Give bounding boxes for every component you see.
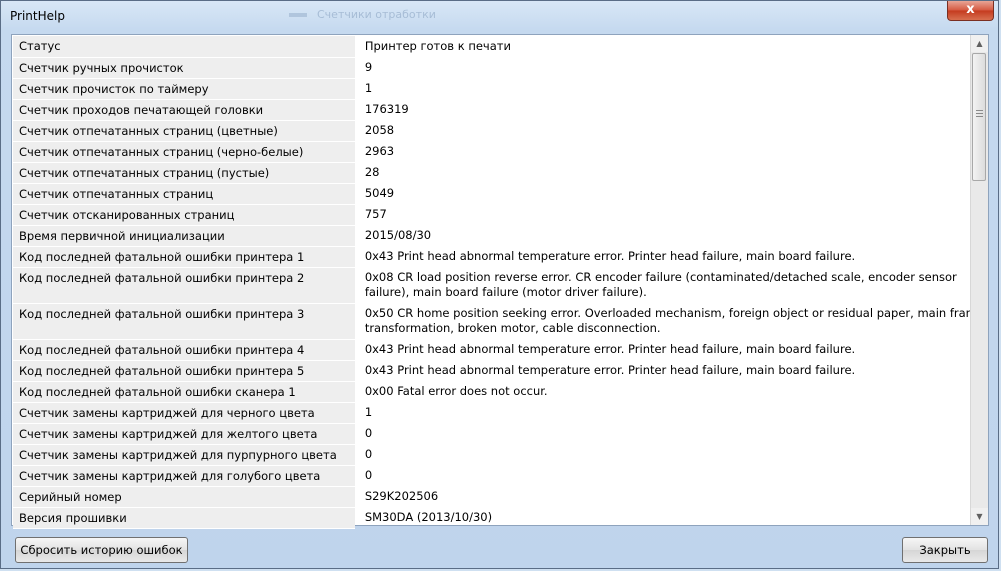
row-value: 0x50 CR home position seeking error. Ove…: [364, 306, 984, 335]
row-value: 0x43 Print head abnormal temperature err…: [364, 342, 856, 356]
row-value: 0x43 Print head abnormal temperature err…: [364, 363, 856, 377]
row-value: 0x08 CR load position reverse error. CR …: [364, 270, 957, 299]
row-key: Счетчик прочисток по таймеру: [13, 78, 355, 100]
table-row[interactable]: Версия прошивки SM30DA (2013/10/30): [13, 507, 1000, 529]
table-row[interactable]: Код последней фатальной ошибки принтера …: [13, 246, 1000, 268]
row-key: Статус: [13, 36, 355, 58]
row-key: Счетчик отпечатанных страниц (черно-белы…: [13, 141, 355, 163]
vertical-scrollbar[interactable]: ▲ ▼: [970, 35, 988, 525]
background-tab-label: Счетчики отработки: [317, 8, 436, 21]
row-key: Версия прошивки: [13, 507, 355, 529]
table-row[interactable]: Серийный номер S29K202506: [13, 486, 1000, 508]
row-value: SM30DA (2013/10/30): [364, 510, 493, 524]
table-row[interactable]: Счетчик проходов печатающей головки 17631…: [13, 99, 1000, 121]
info-table: Статус Принтер готов к печати Счетчик ручн…: [13, 36, 1000, 529]
row-value: 0x43 Print head abnormal temperature err…: [364, 249, 856, 263]
table-row[interactable]: Счетчик замены картриджей для голубого ц…: [13, 465, 1000, 487]
table-row[interactable]: Счетчик замены картриджей для желтого цв…: [13, 423, 1000, 445]
table-row[interactable]: Код последней фатальной ошибки принтера …: [13, 303, 1000, 340]
table-row[interactable]: Счетчик отпечатанных страниц 5049: [13, 183, 1000, 205]
row-value: 0x00 Fatal error does not occur.: [364, 384, 548, 398]
printhelp-window: PrintHelp Счетчики отработки x Статус При…: [0, 0, 999, 569]
row-key: Счетчик отпечатанных страниц (цветные): [13, 120, 355, 142]
table-row[interactable]: Статус Принтер готов к печати: [13, 36, 1000, 58]
row-value: S29K202506: [364, 489, 439, 503]
background-tab-ghost: Счетчики отработки: [289, 8, 449, 26]
thumb-grip: [976, 110, 983, 111]
row-value: Принтер готов к печати: [364, 39, 511, 53]
table-row[interactable]: Время первичной инициализации 2015/08/30: [13, 225, 1000, 247]
row-value: 0: [364, 447, 373, 461]
row-key: Счетчик замены картриджей для пурпурного…: [13, 444, 355, 466]
scrollbar-thumb[interactable]: [972, 53, 986, 181]
title-bar[interactable]: PrintHelp Счетчики отработки x: [1, 1, 998, 33]
row-key: Код последней фатальной ошибки принтера …: [13, 360, 355, 382]
row-value: 176319: [364, 102, 409, 116]
row-key: Счетчик отпечатанных страниц (пустые): [13, 162, 355, 184]
row-key: Счетчик замены картриджей для голубого ц…: [13, 465, 355, 487]
row-key: Код последней фатальной ошибки принтера …: [13, 267, 355, 304]
row-value: 0: [364, 426, 373, 440]
row-value: 0: [364, 468, 373, 482]
row-value: 9: [364, 60, 373, 74]
info-panel: Статус Принтер готов к печати Счетчик ручн…: [11, 34, 989, 529]
scroll-up-icon[interactable]: ▲: [971, 35, 988, 52]
thumb-grip: [976, 113, 983, 114]
thumb-grip: [976, 116, 983, 117]
row-key: Счетчик отпечатанных страниц: [13, 183, 355, 205]
row-value: 2015/08/30: [364, 228, 432, 242]
row-key: Код последней фатальной ошибки сканера 1: [13, 381, 355, 403]
table-row[interactable]: Счетчик отпечатанных страниц (пустые) 28: [13, 162, 1000, 184]
window-close-button[interactable]: x: [947, 1, 994, 21]
table-row[interactable]: Счетчик ручных прочисток 9: [13, 57, 1000, 79]
table-row[interactable]: Счетчик прочисток по таймеру 1: [13, 78, 1000, 100]
row-key: Счетчик отсканированных страниц: [13, 204, 355, 226]
row-key: Код последней фатальной ошибки принтера …: [13, 339, 355, 361]
table-row[interactable]: Счетчик отсканированных страниц 757: [13, 204, 1000, 226]
row-key: Время первичной инициализации: [13, 225, 355, 247]
row-key: Счетчик замены картриджей для черного цв…: [13, 402, 355, 424]
row-value: 2058: [364, 123, 395, 137]
table-row[interactable]: Код последней фатальной ошибки принтера …: [13, 267, 1000, 304]
scroll-down-icon[interactable]: ▼: [971, 508, 988, 525]
tab-bar-icon: [289, 13, 307, 17]
table-row[interactable]: Счетчик замены картриджей для черного цв…: [13, 402, 1000, 424]
table-row[interactable]: Код последней фатальной ошибки сканера 1…: [13, 381, 1000, 403]
row-key: Серийный номер: [13, 486, 355, 508]
row-value: 1: [364, 81, 373, 95]
close-icon: x: [966, 2, 975, 17]
row-value: 2963: [364, 144, 395, 158]
table-row[interactable]: Код последней фатальной ошибки принтера …: [13, 339, 1000, 361]
row-value: 1: [364, 405, 373, 419]
table-row[interactable]: Счетчик замены картриджей для пурпурного…: [13, 444, 1000, 466]
row-key: Код последней фатальной ошибки принтера …: [13, 246, 355, 268]
table-row[interactable]: Код последней фатальной ошибки принтера …: [13, 360, 1000, 382]
row-key: Счетчик замены картриджей для желтого цв…: [13, 423, 355, 445]
row-value: 5049: [364, 186, 395, 200]
row-key: Код последней фатальной ошибки принтера …: [13, 303, 355, 340]
row-key: Счетчик проходов печатающей головки: [13, 99, 355, 121]
row-value: 28: [364, 165, 380, 179]
reset-error-history-button[interactable]: Сбросить историю ошибок: [15, 537, 188, 563]
row-key: Счетчик ручных прочисток: [13, 57, 355, 79]
table-row[interactable]: Счетчик отпечатанных страниц (цветные) 20…: [13, 120, 1000, 142]
window-title: PrintHelp: [10, 9, 65, 23]
close-button[interactable]: Закрыть: [902, 537, 988, 563]
table-row[interactable]: Счетчик отпечатанных страниц (черно-белы…: [13, 141, 1000, 163]
row-value: 757: [364, 207, 387, 221]
